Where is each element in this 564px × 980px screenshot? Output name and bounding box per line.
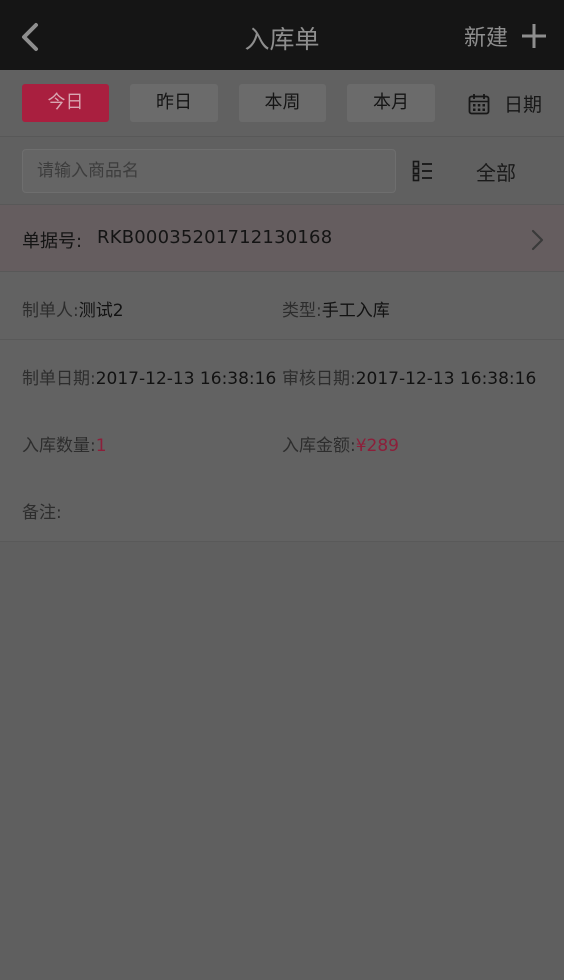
date-filter-bar: 今日 昨日 本周 本月 日期	[0, 70, 564, 137]
audit-date-value: 2017-12-13 16:38:16	[355, 369, 537, 389]
type-label: 类型:	[282, 301, 322, 321]
amount-label: 入库金额:	[282, 436, 356, 456]
audit-date-label: 审核日期:	[282, 369, 356, 389]
create-date-value: 2017-12-13 16:38:16	[95, 369, 277, 389]
new-label: 新建	[463, 26, 508, 51]
quantity-field: 入库数量:1	[22, 431, 107, 456]
order-number-label: 单据号:	[22, 231, 83, 252]
amount-field: 入库金额:¥289	[282, 431, 399, 456]
date-picker-button[interactable]: 日期	[468, 90, 542, 117]
maker-value: 测试2	[78, 301, 124, 321]
remark-label: 备注:	[22, 503, 62, 523]
audit-date-field: 审核日期:2017-12-13 16:38:16	[282, 364, 536, 389]
category-filter-all[interactable]: 全部	[476, 157, 516, 186]
filter-today[interactable]: 今日	[22, 84, 109, 122]
order-number-row[interactable]: 单据号: RKB00035201712130168	[0, 205, 564, 272]
quantity-label: 入库数量:	[22, 436, 96, 456]
order-remark-row: 备注:	[0, 474, 564, 542]
amount-value: ¥289	[355, 436, 399, 456]
order-dates-row: 制单日期:2017-12-13 16:38:16 审核日期:2017-12-13…	[0, 340, 564, 408]
maker-label: 制单人:	[22, 301, 79, 321]
quantity-value: 1	[95, 436, 107, 456]
plus-icon	[522, 24, 546, 48]
calendar-icon	[468, 93, 490, 114]
filter-this-month[interactable]: 本月	[347, 84, 435, 122]
new-button[interactable]: 新建	[464, 20, 548, 52]
order-number-value: RKB00035201712130168	[97, 227, 333, 248]
list-icon[interactable]	[412, 160, 434, 182]
create-date-label: 制单日期:	[22, 369, 96, 389]
filter-yesterday[interactable]: 昨日	[130, 84, 218, 122]
chevron-right-icon	[531, 229, 544, 251]
type-field: 类型:手工入库	[282, 296, 390, 321]
order-qty-amount-row: 入库数量:1 入库金额:¥289	[0, 407, 564, 475]
date-label: 日期	[504, 94, 543, 116]
product-search-input[interactable]	[22, 149, 396, 193]
order-maker-type-row: 制单人:测试2 类型:手工入库	[0, 272, 564, 340]
nav-bar: 入库单 新建	[0, 0, 564, 70]
remark-field: 备注:	[22, 498, 62, 523]
type-value: 手工入库	[321, 301, 390, 321]
create-date-field: 制单日期:2017-12-13 16:38:16	[22, 364, 276, 389]
filter-this-week[interactable]: 本周	[239, 84, 326, 122]
maker-field: 制单人:测试2	[22, 296, 124, 321]
